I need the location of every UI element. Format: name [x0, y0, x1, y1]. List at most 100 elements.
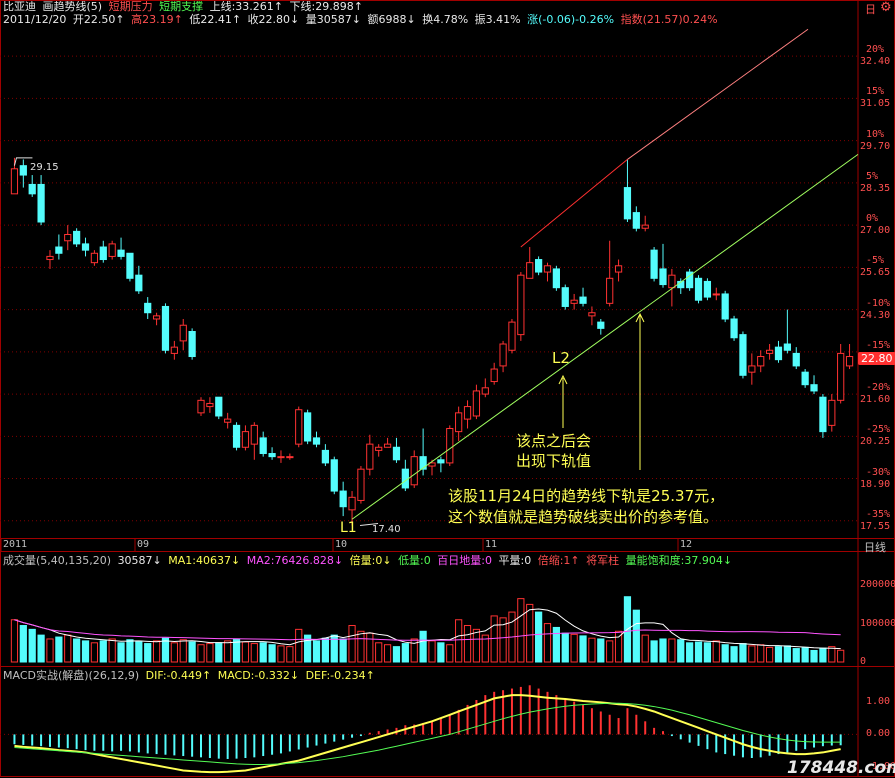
volume-title: 成交量(5,40,135,20) — [3, 554, 112, 567]
candle-body — [703, 280, 712, 298]
candle-body — [366, 443, 374, 470]
volume-bar — [570, 633, 578, 663]
period-label[interactable]: 日线 — [864, 539, 886, 555]
volume-bar — [277, 645, 285, 663]
candle-body — [339, 490, 347, 508]
candle-body — [801, 371, 809, 386]
candle-body — [392, 446, 401, 461]
macd-dea: DEF:-0.234↑ — [305, 669, 375, 682]
candle-body — [55, 246, 63, 254]
volume-bar — [295, 628, 303, 663]
candle-body — [64, 234, 72, 242]
candle-body — [401, 468, 409, 489]
candle-body — [295, 409, 303, 445]
price-axis-price: 32.40 — [860, 56, 891, 68]
price-axis-pct: -25% — [866, 424, 891, 436]
candle-body — [321, 449, 329, 464]
volume-bar — [19, 625, 27, 663]
volume-bar — [55, 636, 63, 663]
volume-bar — [455, 619, 463, 663]
volume-bar — [463, 625, 472, 663]
candle-body — [845, 356, 854, 367]
volume-bar — [579, 635, 587, 663]
candle-body — [614, 265, 623, 273]
volume-bar — [259, 642, 267, 663]
summary-note: 该股11月24日的趋势线下轨是25.37元， 这个数值就是趋势破线卖出价的参考值… — [448, 486, 724, 528]
volume-bar — [526, 603, 534, 663]
l2-label: L2 — [552, 349, 570, 367]
price-axis-pct: 0% — [866, 213, 879, 225]
candle-body — [739, 334, 747, 376]
candle-body — [46, 255, 54, 261]
volume-value: 30587↓ — [117, 554, 162, 567]
candle-body — [570, 299, 578, 304]
candle-body — [268, 453, 276, 458]
volume-bar — [428, 640, 436, 663]
volume-bar — [64, 634, 72, 663]
volume-header: 成交量(5,40,135,20) 30587↓ MA1:40637↓ MA2:7… — [3, 555, 735, 567]
volume-bar — [392, 646, 401, 663]
volume-bar — [783, 645, 791, 663]
candle-body — [490, 368, 498, 383]
candle-body — [837, 352, 845, 401]
volume-bar — [375, 642, 383, 663]
candle-body — [197, 399, 205, 414]
price-axis-price: 18.90 — [860, 478, 891, 490]
volume-ma2: MA2:76426.828↓ — [246, 554, 344, 567]
price-axis-price: 31.05 — [860, 98, 891, 110]
candle-body — [28, 183, 36, 195]
volume-bar — [828, 646, 836, 663]
trend-lower-line — [351, 153, 859, 520]
macd-axis-label: 1.00 — [866, 695, 891, 707]
kline-chart[interactable] — [0, 0, 895, 777]
candle-body — [10, 168, 19, 195]
volume-bar — [561, 632, 569, 663]
volume-bar — [339, 638, 347, 663]
current-price-tag: 22.80 — [858, 352, 895, 365]
trend-upper-stub — [520, 159, 628, 248]
volume-bar — [37, 634, 45, 663]
volume-hundred: 百日地量:0 — [437, 554, 492, 567]
volume-bar — [774, 646, 783, 663]
candle-body — [588, 312, 596, 317]
price-axis-pct: 20% — [866, 44, 885, 56]
candle-body — [73, 230, 81, 245]
time-axis-label: 10 — [335, 539, 348, 550]
volume-bar — [357, 630, 365, 663]
macd-axis-label: 0.00 — [866, 728, 891, 740]
candle-body — [99, 246, 107, 261]
point-note: 该点之后会 出现下轨值 — [516, 431, 591, 471]
volume-bar — [117, 642, 125, 663]
volume-bar — [703, 642, 712, 663]
volume-bar — [99, 640, 107, 663]
price-axis-pct: 15% — [866, 86, 885, 98]
price-axis-pct: -35% — [866, 508, 891, 520]
candle-body — [224, 418, 232, 423]
candle-body — [286, 456, 294, 459]
candle-body — [19, 165, 27, 176]
volume-bar — [597, 638, 605, 663]
candle-body — [659, 268, 667, 286]
candle-body — [304, 412, 312, 442]
volume-bar — [437, 642, 445, 663]
candle-body — [463, 406, 472, 420]
candle-body — [410, 456, 418, 486]
price-axis-pct: -20% — [866, 382, 891, 394]
volume-bar — [606, 640, 614, 663]
candle-body — [437, 459, 445, 464]
volume-bar — [694, 641, 703, 663]
candle-body — [606, 277, 614, 304]
volume-bar — [161, 637, 170, 663]
volume-bar — [321, 637, 329, 663]
candle-body — [721, 293, 729, 320]
volume-bar — [401, 643, 409, 663]
candle-body — [90, 252, 99, 264]
price-axis-price: 25.65 — [860, 267, 891, 279]
volume-bar — [543, 623, 552, 663]
candle-body — [499, 343, 507, 367]
volume-bar — [126, 639, 134, 663]
volume-bar — [650, 640, 658, 663]
candle-body — [641, 224, 649, 229]
volume-bar — [81, 640, 90, 663]
candle-body — [215, 396, 223, 417]
